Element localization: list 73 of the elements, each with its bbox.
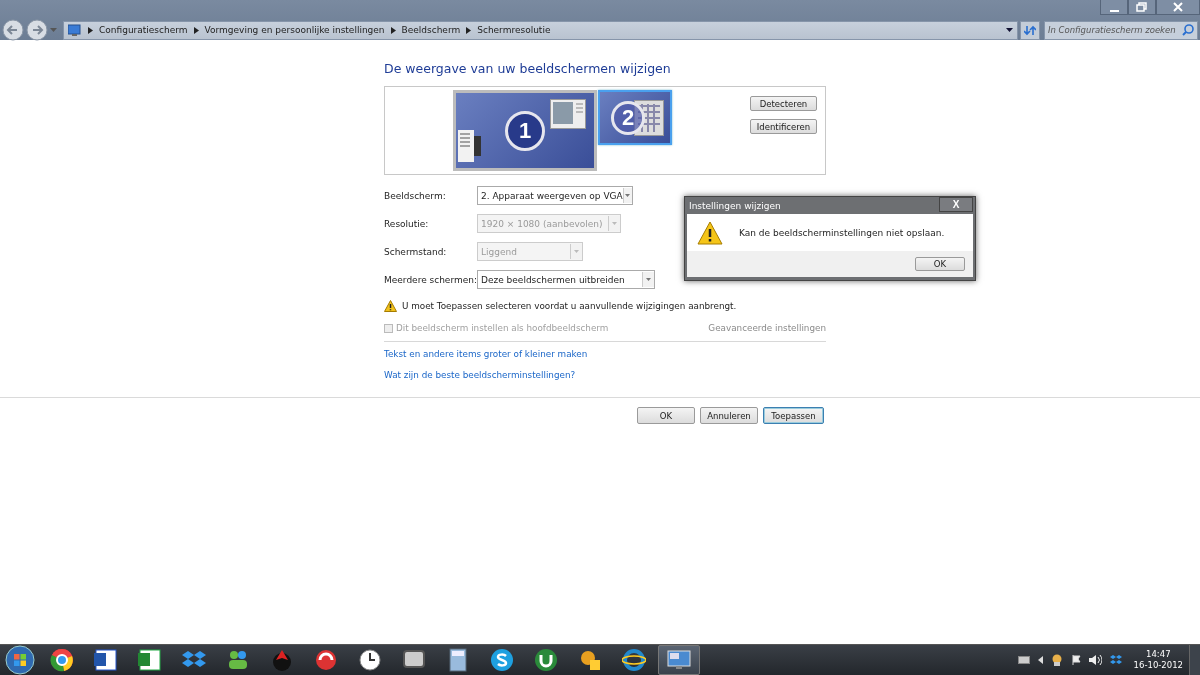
s-logo-icon bbox=[490, 648, 514, 672]
warning-icon bbox=[384, 300, 397, 312]
close-button[interactable] bbox=[1156, 0, 1200, 15]
monitor-tile[interactable]: 2 bbox=[598, 90, 672, 145]
calculator-icon bbox=[446, 648, 470, 672]
display-settings-icon bbox=[667, 648, 691, 672]
spreadsheet-icon bbox=[138, 648, 162, 672]
swirl-icon bbox=[314, 648, 338, 672]
clock[interactable]: 14:47 16-10-2012 bbox=[1133, 649, 1183, 671]
field-label: Schermstand: bbox=[384, 246, 447, 257]
taskbar-button[interactable] bbox=[658, 645, 700, 675]
document-letter-icon bbox=[94, 648, 118, 672]
dropdown[interactable]: 2. Apparaat weergeven op VGA bbox=[477, 186, 633, 205]
breadcrumb-item[interactable]: Schermresolutie bbox=[477, 25, 551, 35]
dropdown-arrow-icon bbox=[574, 250, 579, 253]
ok-button[interactable]: OK bbox=[915, 257, 965, 271]
speaker-icon bbox=[1088, 655, 1102, 665]
monitor-number: 1 bbox=[505, 110, 545, 151]
restore-button[interactable] bbox=[1128, 0, 1156, 15]
field-label: Beeldscherm: bbox=[384, 190, 446, 201]
dropdown[interactable]: Deze beeldschermen uitbreiden bbox=[477, 270, 655, 289]
close-icon bbox=[1171, 1, 1185, 13]
dialog-title: Instellingen wijzigen bbox=[688, 200, 781, 211]
page-heading: De weergave van uw beeldschermen wijzigen bbox=[384, 61, 672, 78]
dialog-button[interactable]: Annuleren bbox=[700, 407, 758, 424]
help-link[interactable]: Tekst en andere items groter of kleiner maken bbox=[384, 349, 826, 363]
chevron-right-icon bbox=[466, 26, 472, 34]
dropdown-arrow-icon bbox=[1006, 27, 1013, 33]
dialog-message: Kan de beeldscherminstellingen niet opslaan. bbox=[739, 227, 945, 238]
people-icon bbox=[226, 648, 250, 672]
back-icon bbox=[2, 19, 24, 41]
help-link[interactable]: Wat zijn de beste beeldscherminstellingen? bbox=[384, 370, 826, 384]
forward-icon bbox=[26, 19, 48, 41]
breadcrumb-item[interactable]: Beeldscherm bbox=[401, 25, 461, 35]
dialog-button[interactable]: OK bbox=[637, 407, 695, 424]
gadget-icon bbox=[458, 130, 482, 162]
search-field[interactable]: In Configuratiescherm zoeken bbox=[1044, 20, 1198, 40]
chevron-right-icon bbox=[88, 26, 93, 34]
start-button-icon bbox=[5, 645, 35, 675]
chevron-right-icon bbox=[193, 26, 199, 34]
dropdown-arrow-icon bbox=[612, 222, 617, 225]
warning-icon bbox=[697, 220, 723, 245]
dropdown-arrow-icon bbox=[50, 27, 57, 33]
arrows-icon bbox=[1024, 24, 1036, 36]
monitor-number: 2 bbox=[611, 100, 645, 135]
clock-icon bbox=[358, 648, 382, 672]
action-button[interactable]: Identificeren bbox=[750, 119, 817, 134]
search-icon bbox=[1182, 24, 1194, 36]
window-icon bbox=[550, 99, 586, 129]
keyboard-icon bbox=[1017, 656, 1030, 664]
warning-text: U moet Toepassen selecteren voordat u aanvullende wijzigingen aanbrengt. bbox=[402, 301, 737, 311]
control-panel-icon bbox=[68, 23, 82, 37]
dialog-button[interactable]: Toepassen bbox=[763, 407, 824, 424]
monitor-tile[interactable]: 1 bbox=[453, 90, 597, 171]
dropdown-arrow-icon bbox=[625, 194, 631, 197]
minimize-button[interactable] bbox=[1100, 0, 1128, 15]
action-button[interactable]: Detecteren bbox=[750, 96, 817, 111]
breadcrumb-item[interactable]: Vormgeving en persoonlijke instellingen bbox=[204, 25, 385, 35]
field-label: Resolutie: bbox=[384, 218, 429, 229]
restore-icon bbox=[1135, 1, 1149, 13]
refresh-button[interactable] bbox=[1020, 20, 1040, 40]
chevron-left-icon bbox=[1037, 656, 1043, 664]
chevron-right-icon bbox=[390, 26, 396, 34]
close-button[interactable]: X bbox=[939, 197, 973, 212]
e-logo-icon bbox=[622, 648, 646, 672]
breadcrumb-item[interactable]: Configuratiescherm bbox=[99, 25, 188, 35]
flag-icon bbox=[1070, 655, 1081, 665]
dropdown-arrow-icon bbox=[646, 278, 651, 281]
field-label: Meerdere schermen: bbox=[384, 274, 477, 285]
minimize-icon bbox=[1109, 9, 1119, 12]
address-bar[interactable]: Configuratiescherm Vormgeving en persoonlijke instellingen Beeldscherm Schermresolutie bbox=[63, 20, 1018, 40]
u-logo-icon bbox=[534, 648, 558, 672]
circle-logo-icon bbox=[50, 648, 74, 672]
